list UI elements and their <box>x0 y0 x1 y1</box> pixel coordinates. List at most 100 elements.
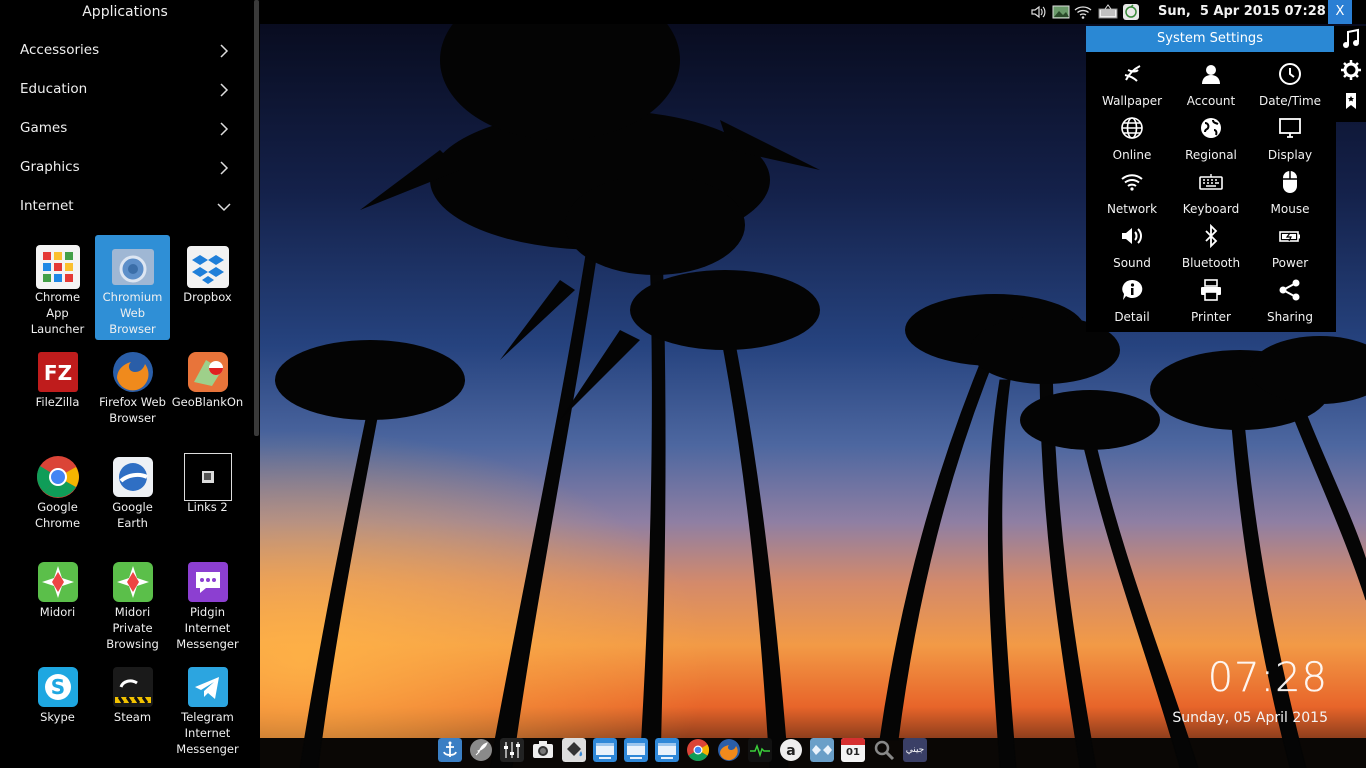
chrome-icon[interactable] <box>686 738 710 762</box>
settings-printer[interactable]: Printer <box>1171 276 1251 330</box>
magnifier-icon[interactable] <box>872 738 896 762</box>
app-label: Firefox Web Browser <box>99 395 166 425</box>
settings-sharing[interactable]: Sharing <box>1250 276 1330 330</box>
monitor-icon <box>1279 118 1301 138</box>
app-skype[interactable]: S Skype <box>20 655 95 760</box>
settings-display[interactable]: Display <box>1250 114 1330 168</box>
app-label: GeoBlankOn <box>171 395 244 409</box>
app-chromium[interactable]: Chromium Web Browser <box>95 235 170 340</box>
image-viewer-icon[interactable] <box>1052 3 1070 21</box>
geoblankon-icon <box>188 352 228 392</box>
app-label: Skype <box>40 710 75 724</box>
settings-wallpaper[interactable]: Wallpaper <box>1092 60 1172 114</box>
window-icon[interactable] <box>593 738 617 762</box>
paint-bucket-icon[interactable] <box>562 738 586 762</box>
keyboard-icon[interactable] <box>1098 3 1118 21</box>
app-midori[interactable]: Midori <box>20 550 95 655</box>
menu-scrollbar[interactable] <box>254 0 259 436</box>
window-icon[interactable] <box>624 738 648 762</box>
app-links2[interactable]: Links 2 <box>170 445 245 550</box>
app-telegram[interactable]: Telegram Internet Messenger <box>170 655 245 760</box>
app-geoblankon[interactable]: GeoBlankOn <box>170 340 245 445</box>
speaker-icon <box>1122 228 1142 244</box>
chrome-app-launcher-icon <box>36 245 80 289</box>
settings-detail[interactable]: Detail <box>1092 276 1172 330</box>
app-steam[interactable]: Steam <box>95 655 170 760</box>
pidgin-icon <box>188 562 228 602</box>
settings-power[interactable]: Power <box>1250 222 1330 276</box>
category-accessories[interactable]: Accessories <box>0 31 250 70</box>
desktop-clock-date: Sunday, 05 April 2015 <box>1172 710 1328 726</box>
close-button[interactable]: X <box>1328 0 1352 24</box>
app-filezilla[interactable]: FZ FileZilla <box>20 340 95 445</box>
chevron-right-icon <box>220 161 229 175</box>
gear-icon[interactable] <box>1340 59 1362 81</box>
bookmark-icon[interactable] <box>1340 90 1362 112</box>
rocket-icon[interactable] <box>469 738 493 762</box>
music-note-icon[interactable] <box>1340 28 1362 50</box>
app-dropbox[interactable]: Dropbox <box>170 235 245 340</box>
svg-text:FZ: FZ <box>44 361 72 385</box>
app-label: Steam <box>113 710 152 724</box>
anchor-icon[interactable] <box>438 738 462 762</box>
panel-clock[interactable]: Sun, 5 Apr 2015 07:28 <box>1158 0 1326 24</box>
wifi-icon[interactable] <box>1074 3 1092 21</box>
midori-private-icon <box>113 562 153 602</box>
mouse-icon <box>1283 171 1297 193</box>
app-pidgin[interactable]: Pidgin Internet Messenger <box>170 550 245 655</box>
keyboard-icon <box>1199 174 1223 190</box>
category-internet[interactable]: Internet <box>0 187 250 226</box>
category-education[interactable]: Education <box>0 70 250 109</box>
svg-text:S: S <box>51 675 65 699</box>
settings-online[interactable]: Online <box>1092 114 1172 168</box>
app-firefox[interactable]: Firefox Web Browser <box>95 340 170 445</box>
desktop-clock-time: 07:28 <box>1207 655 1328 701</box>
amazon-icon[interactable]: a <box>779 738 803 762</box>
globe-icon <box>1121 117 1143 139</box>
system-monitor-icon[interactable] <box>748 738 772 762</box>
skype-icon: S <box>38 667 78 707</box>
volume-icon[interactable] <box>1030 3 1048 21</box>
camera-icon[interactable] <box>531 738 555 762</box>
arabic-keyboard-icon[interactable]: جيني <box>903 738 927 762</box>
settings-sound[interactable]: Sound <box>1092 222 1172 276</box>
app-label: Midori Private Browsing <box>106 605 159 651</box>
svg-text:a: a <box>786 743 795 759</box>
window-icon[interactable] <box>655 738 679 762</box>
settings-title[interactable]: System Settings <box>1086 26 1334 52</box>
links2-icon <box>184 453 232 501</box>
firefox-icon[interactable] <box>717 738 741 762</box>
filezilla-icon: FZ <box>38 352 78 392</box>
account-icon <box>1202 65 1220 84</box>
wallpaper-icon <box>1124 65 1141 82</box>
wifi-icon <box>1121 174 1143 191</box>
clock-icon <box>1279 63 1301 85</box>
dock: a 01 جيني <box>436 736 930 768</box>
midori-icon <box>38 562 78 602</box>
share-icon <box>1279 279 1300 301</box>
calendar-icon[interactable]: 01 <box>841 738 865 762</box>
app-chrome-app-launcher[interactable]: Chrome App Launcher <box>20 235 95 340</box>
app-google-earth[interactable]: Google Earth <box>95 445 170 550</box>
settings-mouse[interactable]: Mouse <box>1250 168 1330 222</box>
chevron-right-icon <box>220 122 229 136</box>
mixer-icon[interactable] <box>500 738 524 762</box>
settings-account[interactable]: Account <box>1171 60 1251 114</box>
google-chrome-icon <box>36 456 79 498</box>
settings-bluetooth[interactable]: Bluetooth <box>1171 222 1251 276</box>
settings-regional[interactable]: Regional <box>1171 114 1251 168</box>
settings-network[interactable]: Network <box>1092 168 1172 222</box>
category-graphics[interactable]: Graphics <box>0 148 250 187</box>
settings-side-bar <box>1336 26 1366 122</box>
category-games[interactable]: Games <box>0 109 250 148</box>
settings-datetime[interactable]: Date/Time <box>1250 60 1330 114</box>
battery-icon <box>1279 231 1300 242</box>
chevron-down-icon <box>217 203 231 212</box>
game-controller-icon[interactable] <box>810 738 834 762</box>
settings-keyboard[interactable]: Keyboard <box>1171 168 1251 222</box>
update-icon[interactable] <box>1122 3 1140 21</box>
app-midori-private[interactable]: Midori Private Browsing <box>95 550 170 655</box>
category-label: Graphics <box>20 159 80 175</box>
app-google-chrome[interactable]: Google Chrome <box>20 445 95 550</box>
telegram-icon <box>188 667 228 707</box>
